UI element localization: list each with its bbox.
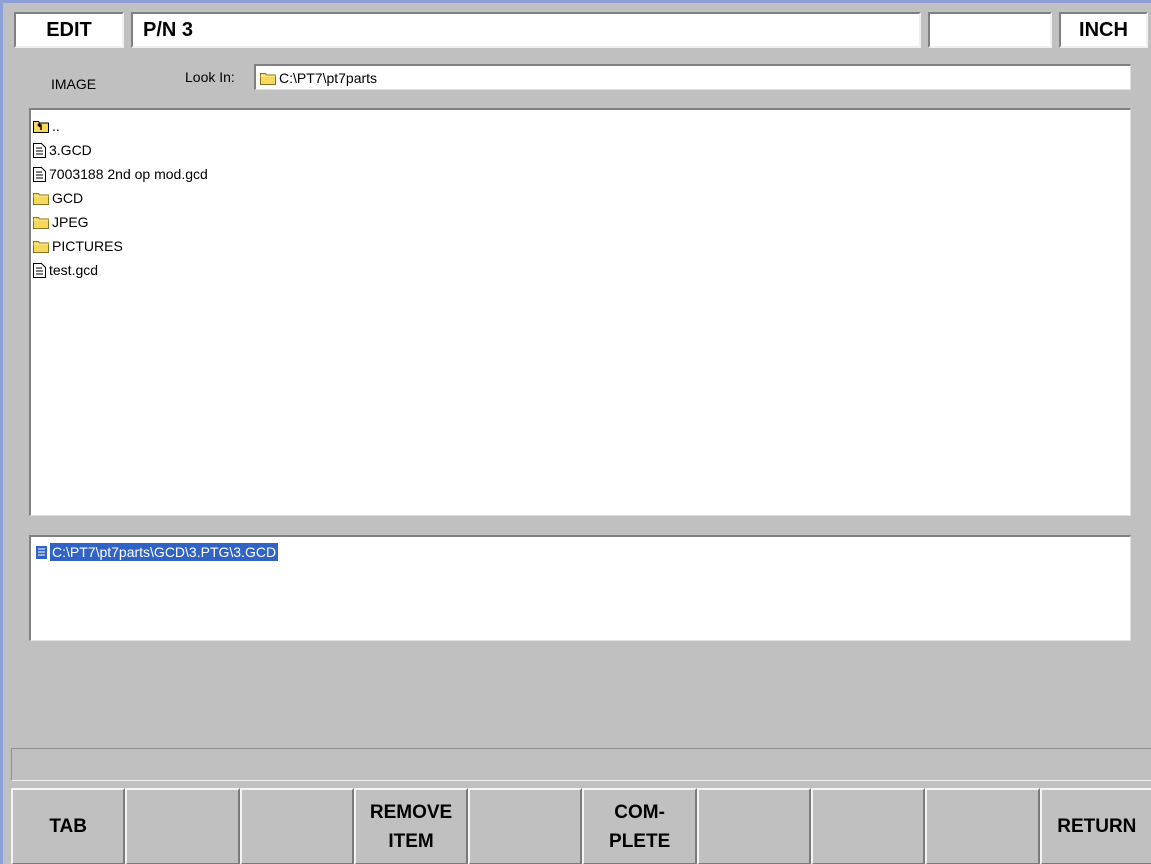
- file-name: PICTURES: [52, 238, 123, 254]
- file-list-item[interactable]: ..: [33, 114, 1130, 138]
- selected-items-list[interactable]: C:\PT7\pt7parts\GCD\3.PTG\3.GCD: [29, 535, 1131, 641]
- look-in-label: Look In:: [185, 69, 235, 85]
- file-name: 7003188 2nd op mod.gcd: [49, 166, 208, 182]
- file-list-item[interactable]: 3.GCD: [33, 138, 1130, 162]
- file-icon: [33, 262, 46, 278]
- file-list-item[interactable]: JPEG: [33, 210, 1130, 234]
- units-indicator: INCH: [1059, 12, 1148, 48]
- app-window: EDIT P/N 3 INCH IMAGE Look In: C:\PT7\pt…: [0, 0, 1151, 864]
- parent-folder-icon: [33, 119, 49, 133]
- softkey-8[interactable]: [811, 788, 926, 864]
- file-list-item[interactable]: PICTURES: [33, 234, 1130, 258]
- folder-icon: [260, 71, 276, 85]
- file-name: 3.GCD: [49, 142, 92, 158]
- file-icon: [33, 166, 46, 182]
- image-label: IMAGE: [51, 76, 97, 92]
- softkey-bar: TAB REMOVE ITEM COM- PLETE RETURN: [11, 788, 1151, 864]
- file-name: ..: [52, 118, 60, 134]
- file-name: GCD: [52, 190, 84, 206]
- softkey-2[interactable]: [125, 788, 240, 864]
- softkey-4-remove-item[interactable]: REMOVE ITEM: [353, 788, 469, 864]
- softkey-3[interactable]: [239, 788, 354, 864]
- file-name: JPEG: [52, 214, 89, 230]
- file-list-item[interactable]: GCD: [33, 186, 1130, 210]
- file-icon: [35, 544, 48, 560]
- softkey-5[interactable]: [468, 788, 583, 864]
- file-name: test.gcd: [49, 262, 99, 278]
- look-in-combo[interactable]: C:\PT7\pt7parts: [254, 64, 1131, 90]
- softkey-9[interactable]: [925, 788, 1040, 864]
- part-number-display: P/N 3: [131, 12, 921, 48]
- selected-item-path: C:\PT7\pt7parts\GCD\3.PTG\3.GCD: [50, 543, 279, 561]
- file-list-item[interactable]: test.gcd: [33, 258, 1130, 282]
- softkey-1-tab[interactable]: TAB: [11, 788, 126, 864]
- file-list-item[interactable]: 7003188 2nd op mod.gcd: [33, 162, 1130, 186]
- file-icon: [33, 142, 46, 158]
- folder-icon: [33, 215, 49, 229]
- folder-icon: [33, 239, 49, 253]
- status-bar: [11, 748, 1151, 781]
- look-in-path: C:\PT7\pt7parts: [279, 69, 378, 86]
- header-blank-field: [928, 12, 1052, 48]
- mode-indicator: EDIT: [14, 12, 124, 48]
- folder-icon: [33, 191, 49, 205]
- softkey-10-return[interactable]: RETURN: [1039, 788, 1151, 864]
- selected-item[interactable]: C:\PT7\pt7parts\GCD\3.PTG\3.GCD: [35, 541, 279, 563]
- softkey-6-com-plete[interactable]: COM- PLETE: [582, 788, 697, 864]
- softkey-7[interactable]: [696, 788, 812, 864]
- file-list[interactable]: .. 3.GCD 7003188 2nd op mod.gcd GCD JPEG PICT…: [29, 108, 1131, 516]
